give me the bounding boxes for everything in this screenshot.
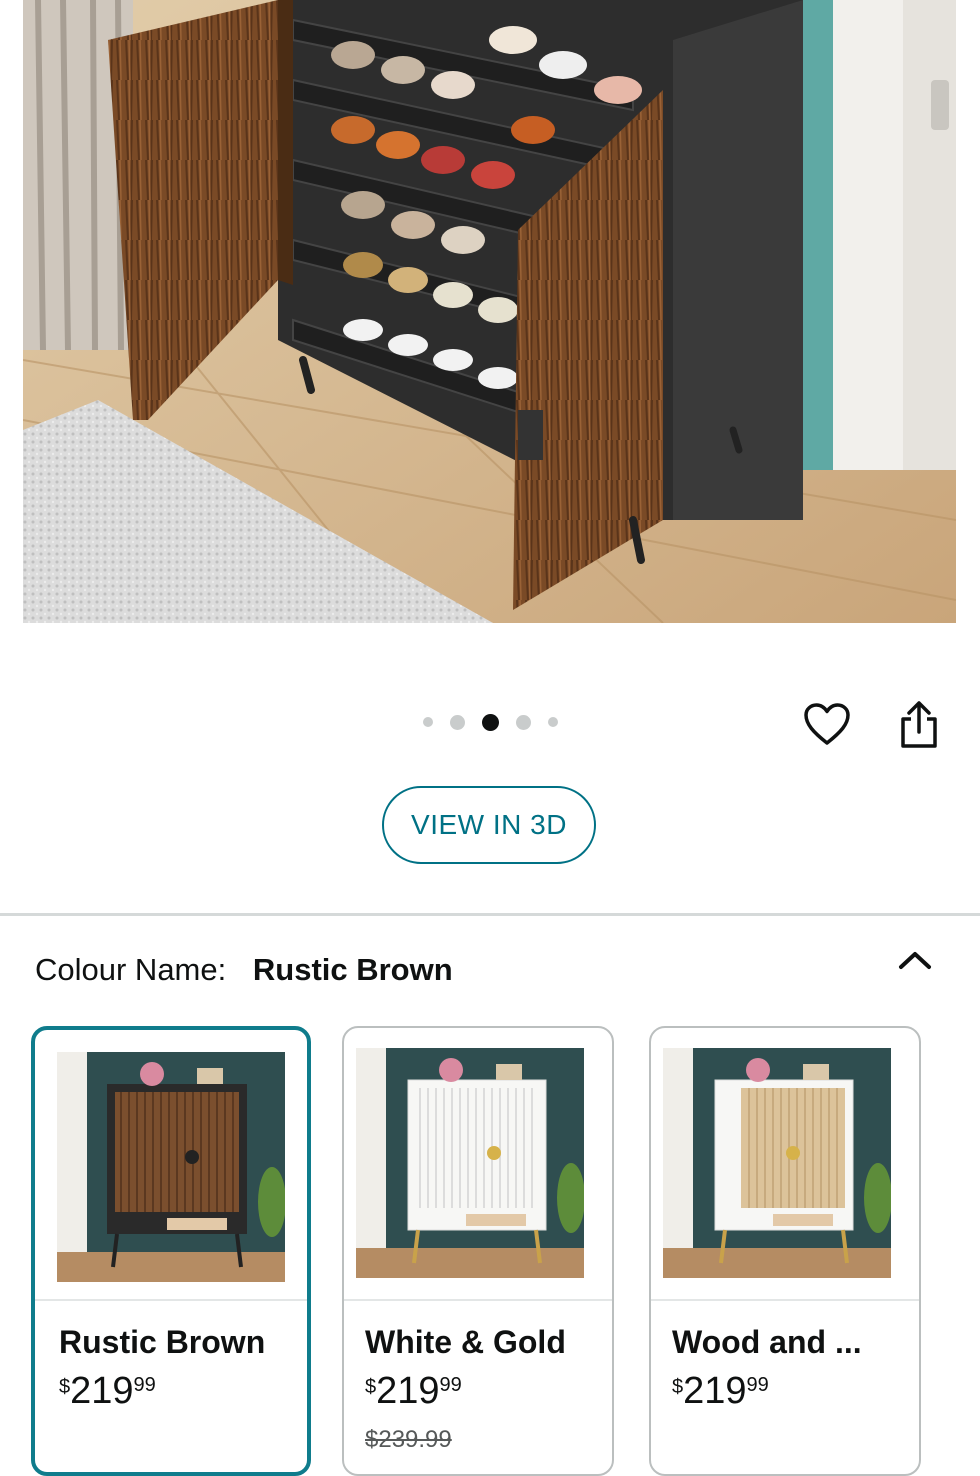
card-separator [651, 1299, 919, 1301]
heart-icon [804, 703, 850, 745]
carousel-dot[interactable] [547, 717, 558, 727]
selected-colour-value: Rustic Brown [252, 952, 453, 987]
swatch-name: Wood and ... [672, 1324, 862, 1360]
swatch-price: $ 219 99 [59, 1370, 156, 1412]
swatch-thumbnail [57, 1052, 285, 1282]
card-separator [35, 1299, 307, 1301]
view-in-3d-button[interactable]: VIEW IN 3D [382, 786, 596, 864]
share-button[interactable] [893, 698, 945, 750]
colour-name-row: Colour Name: Rustic Brown [35, 950, 935, 992]
carousel-dot[interactable] [449, 714, 465, 730]
carousel-indicator[interactable] [400, 711, 580, 733]
swatch-price: $ 219 99 [365, 1370, 462, 1412]
swatch-price: $ 219 99 [672, 1370, 769, 1412]
colour-swatch-white-gold[interactable]: White & Gold $ 219 99 $239.99 [342, 1026, 614, 1476]
chevron-up-icon [899, 952, 931, 969]
swatch-name: Rustic Brown [59, 1324, 266, 1360]
swatch-thumbnail [356, 1048, 584, 1278]
card-separator [344, 1299, 612, 1301]
section-divider [0, 913, 980, 916]
product-main-image[interactable] [23, 0, 956, 623]
swatch-was-price: $239.99 [365, 1426, 452, 1453]
colour-swatch-rustic-brown[interactable]: Rustic Brown $ 219 99 [31, 1026, 311, 1476]
share-icon [901, 701, 937, 748]
colour-name-label: Colour Name: [35, 952, 227, 987]
carousel-dot-active[interactable] [481, 713, 499, 731]
collapse-colour-options-button[interactable] [890, 940, 940, 980]
carousel-dot[interactable] [422, 717, 433, 727]
add-to-wishlist-button[interactable] [801, 698, 853, 750]
swatch-thumbnail [663, 1048, 891, 1278]
colour-swatch-wood-and[interactable]: Wood and ... $ 219 99 [649, 1026, 921, 1476]
swatch-name: White & Gold [365, 1324, 566, 1360]
carousel-dot[interactable] [515, 714, 531, 730]
